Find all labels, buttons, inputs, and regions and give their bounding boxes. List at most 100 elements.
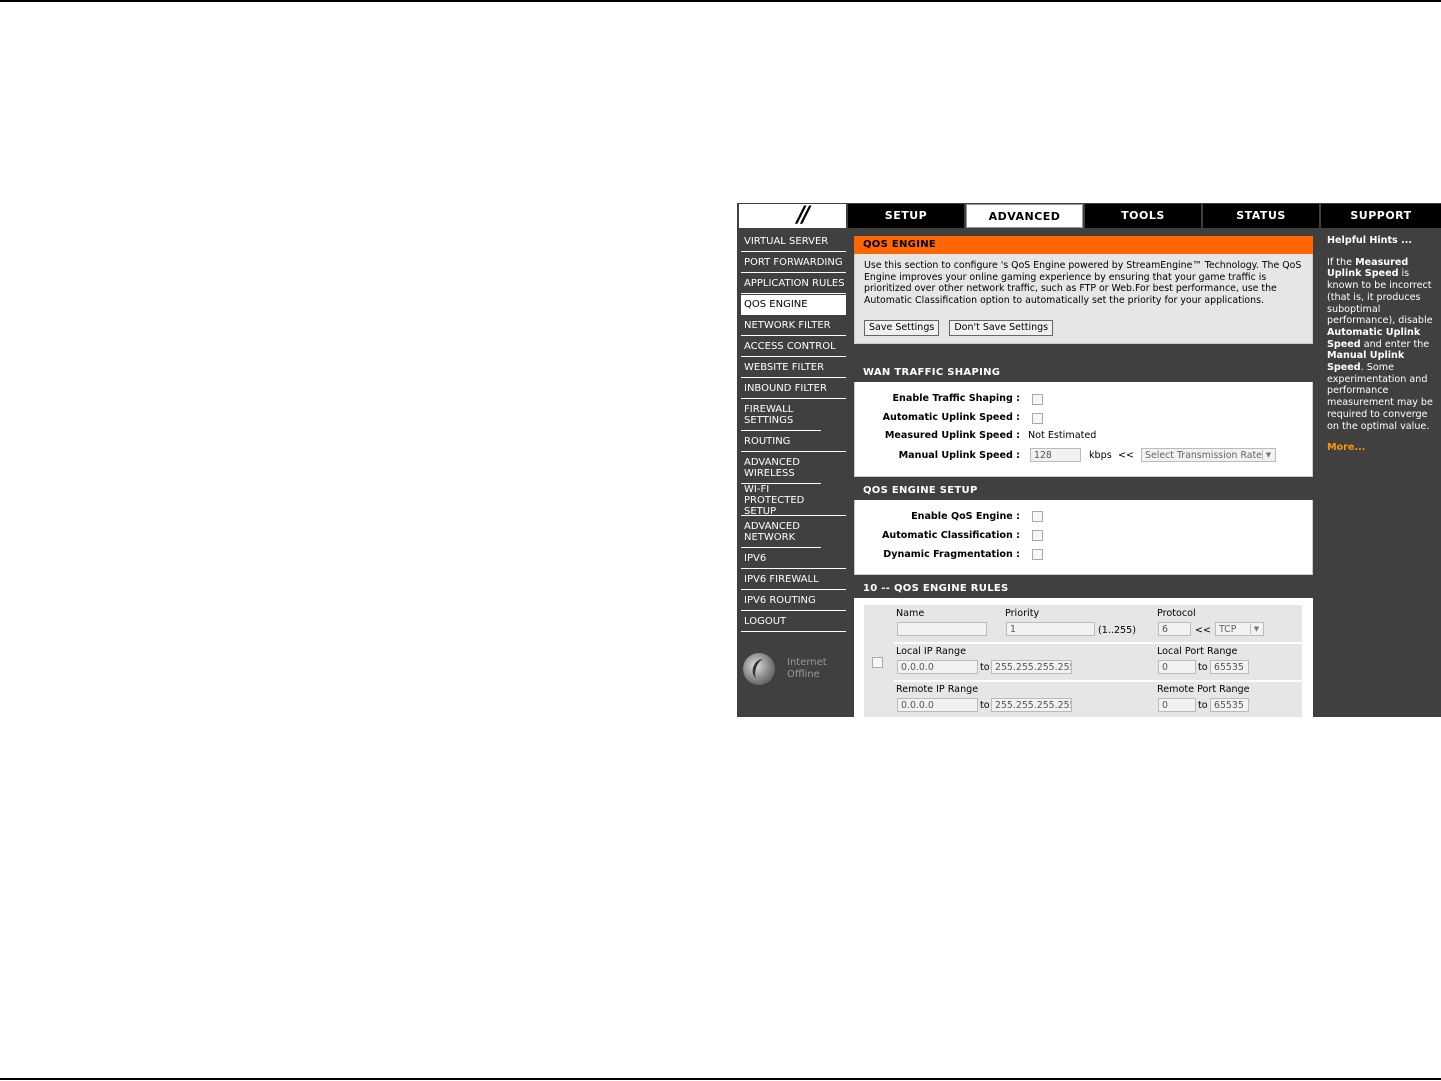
- remote-port-to-input[interactable]: 65535: [1210, 698, 1249, 712]
- qos-engine-description: Use this section to configure 's QoS Eng…: [864, 260, 1302, 306]
- tab-tools[interactable]: TOOLS: [1085, 204, 1201, 228]
- local-port-range-label: Local Port Range: [1157, 646, 1238, 657]
- rule-protocol-select[interactable]: TCP ▼: [1215, 622, 1264, 636]
- local-ip-from-input[interactable]: 0.0.0.0: [897, 660, 978, 674]
- enable-qos-engine-label: Enable QoS Engine :: [911, 511, 1020, 522]
- logo-slashes-icon: //: [797, 203, 810, 228]
- automatic-classification-label: Automatic Classification :: [881, 530, 1020, 541]
- bottom-rule: [0, 1078, 1441, 1080]
- remote-ip-to-label: to: [980, 700, 990, 711]
- sidebar-item-firewall-settings[interactable]: FIREWALL SETTINGS: [741, 400, 821, 431]
- automatic-uplink-speed-label: Automatic Uplink Speed :: [882, 412, 1020, 423]
- dynamic-fragmentation-checkbox[interactable]: [1032, 549, 1043, 560]
- local-ip-range-label: Local IP Range: [896, 646, 966, 657]
- automatic-classification-checkbox[interactable]: [1032, 530, 1043, 541]
- uplink-arrows: <<: [1118, 450, 1135, 461]
- router-admin-window: // SETUP ADVANCED TOOLS STATUS SUPPORT V…: [737, 203, 1441, 717]
- qos-engine-rules-title: 10 -- QOS ENGINE RULES: [854, 580, 1313, 598]
- rule-name-input[interactable]: [897, 622, 987, 636]
- dynamic-fragmentation-label: Dynamic Fragmentation :: [883, 549, 1020, 560]
- manual-uplink-speed-label: Manual Uplink Speed :: [898, 450, 1020, 461]
- helpful-hints-text: If the Measured Uplink Speed is known to…: [1327, 257, 1435, 433]
- sidebar-item-wifi-protected-setup[interactable]: WI-FI PROTECTED SETUP: [741, 484, 846, 517]
- rule-name-label: Name: [896, 608, 925, 619]
- sidebar-item-routing[interactable]: ROUTING: [741, 432, 846, 452]
- sidebar-item-access-control[interactable]: ACCESS CONTROL: [741, 337, 846, 357]
- automatic-uplink-speed-checkbox[interactable]: [1032, 413, 1043, 424]
- internet-status-line1: Internet: [787, 657, 827, 668]
- sidebar-item-application-rules[interactable]: APPLICATION RULES: [741, 274, 846, 294]
- remote-ip-range-label: Remote IP Range: [896, 684, 979, 695]
- local-port-to-input[interactable]: 65535: [1210, 660, 1249, 674]
- rule-priority-label: Priority: [1005, 608, 1040, 619]
- rule-protocol-arrows: <<: [1195, 625, 1212, 636]
- more-hints-link[interactable]: More...: [1327, 442, 1435, 454]
- remote-ip-from-input[interactable]: 0.0.0.0: [897, 698, 978, 712]
- rule-protocol-input[interactable]: 6: [1158, 622, 1191, 636]
- tab-status[interactable]: STATUS: [1203, 204, 1319, 228]
- wan-traffic-shaping-panel: WAN TRAFFIC SHAPING Enable Traffic Shapi…: [854, 364, 1313, 477]
- local-port-to-label: to: [1198, 662, 1208, 673]
- tab-support[interactable]: SUPPORT: [1321, 204, 1441, 228]
- rule-priority-range: (1..255): [1098, 625, 1137, 636]
- sidebar-item-virtual-server[interactable]: VIRTUAL SERVER: [741, 232, 846, 252]
- rule-protocol-select-value: TCP: [1219, 624, 1237, 635]
- hint-text: If the: [1327, 256, 1356, 268]
- sidebar-item-logout[interactable]: LOGOUT: [741, 612, 846, 632]
- remote-port-from-input[interactable]: 0: [1158, 698, 1196, 712]
- helpful-hints-panel: Helpful Hints ... If the Measured Uplink…: [1321, 230, 1441, 717]
- globe-icon: [743, 653, 775, 685]
- top-rule: [0, 0, 1441, 2]
- sidebar-item-website-filter[interactable]: WEBSITE FILTER: [741, 358, 846, 378]
- enable-traffic-shaping-label: Enable Traffic Shaping :: [892, 393, 1020, 404]
- wan-traffic-shaping-body: Enable Traffic Shaping : Automatic Uplin…: [854, 382, 1313, 477]
- dont-save-settings-button[interactable]: Don't Save Settings: [949, 320, 1054, 336]
- sidebar-item-port-forwarding[interactable]: PORT FORWARDING: [741, 253, 846, 273]
- sidebar-item-qos-engine[interactable]: QOS ENGINE: [741, 295, 846, 315]
- sidebar-item-advanced-wireless[interactable]: ADVANCED WIRELESS: [741, 453, 821, 484]
- enable-qos-engine-checkbox[interactable]: [1032, 511, 1043, 522]
- uplink-unit: kbps: [1089, 450, 1112, 461]
- brand-logo: //: [739, 204, 846, 228]
- internet-status-line2: Offline: [787, 669, 820, 680]
- enable-traffic-shaping-checkbox[interactable]: [1032, 394, 1043, 405]
- internet-status: Internet Offline: [743, 649, 843, 689]
- qos-rule-row: Name Priority 1 (1..255) Protocol 6 << T…: [864, 605, 1302, 717]
- transmission-rate-select[interactable]: Select Transmission Rate ▼: [1141, 448, 1276, 462]
- remote-ip-to-input[interactable]: 255.255.255.255: [991, 698, 1072, 712]
- local-port-from-input[interactable]: 0: [1158, 660, 1196, 674]
- manual-uplink-speed-input[interactable]: 128: [1030, 448, 1081, 462]
- qos-engine-intro: Use this section to configure 's QoS Eng…: [854, 254, 1313, 344]
- wan-traffic-shaping-title: WAN TRAFFIC SHAPING: [854, 364, 1313, 382]
- local-ip-to-input[interactable]: 255.255.255.255: [991, 660, 1072, 674]
- hint-text: and enter the: [1360, 338, 1430, 350]
- qos-engine-panel: QOS ENGINE Use this section to configure…: [854, 236, 1313, 346]
- sidebar-item-inbound-filter[interactable]: INBOUND FILTER: [741, 379, 846, 399]
- qos-engine-title: QOS ENGINE: [854, 236, 1313, 254]
- sidebar-item-ipv6[interactable]: IPV6: [741, 549, 846, 569]
- rule-priority-input[interactable]: 1: [1006, 622, 1095, 636]
- helpful-hints-title: Helpful Hints ...: [1327, 235, 1413, 246]
- transmission-rate-select-value: Select Transmission Rate: [1145, 450, 1262, 461]
- qos-engine-setup-title: QOS ENGINE SETUP: [854, 482, 1313, 500]
- sidebar-item-advanced-network[interactable]: ADVANCED NETWORK: [741, 517, 821, 548]
- tab-advanced[interactable]: ADVANCED: [966, 204, 1083, 228]
- qos-engine-setup-panel: QOS ENGINE SETUP Enable QoS Engine : Aut…: [854, 482, 1313, 576]
- chevron-down-icon: ▼: [1250, 624, 1262, 634]
- rule-enable-checkbox[interactable]: [872, 657, 883, 668]
- remote-port-range-label: Remote Port Range: [1157, 684, 1250, 695]
- measured-uplink-speed-value: Not Estimated: [1028, 430, 1097, 441]
- qos-engine-rules-panel: 10 -- QOS ENGINE RULES Name Priority 1 (…: [854, 580, 1313, 717]
- sidebar-item-network-filter[interactable]: NETWORK FILTER: [741, 316, 846, 336]
- sidebar-item-ipv6-firewall[interactable]: IPV6 FIREWALL: [741, 570, 846, 590]
- remote-port-to-label: to: [1198, 700, 1208, 711]
- rule-protocol-label: Protocol: [1157, 608, 1196, 619]
- rule-row-divider: [894, 680, 1302, 682]
- local-ip-to-label: to: [980, 662, 990, 673]
- tab-setup[interactable]: SETUP: [848, 204, 964, 228]
- qos-engine-setup-body: Enable QoS Engine : Automatic Classifica…: [854, 500, 1313, 575]
- save-settings-button[interactable]: Save Settings: [864, 320, 940, 336]
- rule-row-divider: [894, 642, 1302, 644]
- sidebar-item-ipv6-routing[interactable]: IPV6 ROUTING: [741, 591, 846, 611]
- chevron-down-icon: ▼: [1262, 450, 1274, 460]
